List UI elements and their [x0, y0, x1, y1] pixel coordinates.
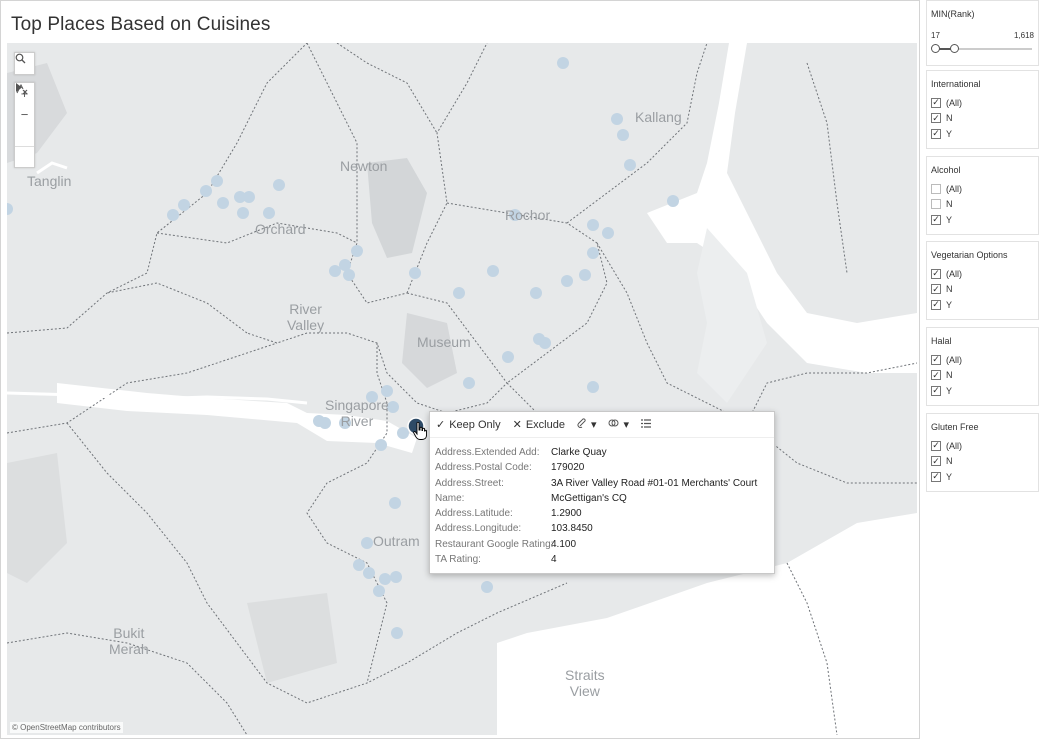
map-zoom-controls: + −	[14, 82, 35, 168]
filter-option[interactable]: ✓ N	[927, 454, 1038, 470]
tooltip-row: Address.Latitude: 1.2900	[435, 508, 582, 520]
dashboard-title: Top Places Based on Cuisines	[11, 14, 271, 35]
filter-option[interactable]: ✓ (All)	[927, 352, 1038, 368]
checkbox[interactable]: ✓	[931, 268, 941, 279]
filter-title: International	[931, 79, 981, 89]
exclude-button[interactable]: ✕ Exclude	[512, 418, 565, 432]
checkbox[interactable]: ✓	[931, 299, 941, 310]
filter-option[interactable]: ✓ (All)	[927, 266, 1038, 282]
tooltip-action-bar: ✓ Keep Only ✕ Exclude ▾ ▾	[430, 412, 774, 438]
chevron-down-icon: ▾	[590, 419, 597, 431]
checkbox[interactable]: ✓	[931, 97, 941, 108]
chevron-down-icon: ▾	[623, 419, 630, 431]
map-canvas[interactable]: Kallang Tanglin Newton Rochor Orchard Ri…	[7, 43, 917, 735]
filter-option[interactable]: ✓ Y	[927, 126, 1038, 142]
check-icon: ✓	[436, 419, 446, 431]
filter-gluten-free: Gluten Free ✓ (All) ✓ N ✓ Y	[926, 413, 1039, 492]
checkbox[interactable]: ✓	[931, 214, 941, 225]
filter-title: Halal	[931, 336, 952, 346]
checkbox[interactable]: ✓	[931, 370, 941, 381]
view-data-icon	[641, 418, 652, 431]
checkbox[interactable]: ✓	[931, 385, 941, 396]
close-icon: ✕	[512, 419, 522, 431]
paperclip-icon	[577, 418, 587, 431]
rank-max-value: 1,618	[1013, 31, 1034, 40]
tooltip-row: Name: McGettigan's CQ	[435, 492, 627, 504]
filter-option[interactable]: ✓ Y	[927, 469, 1038, 485]
map-viz: Top Places Based on Cuisines Kallang Tan…	[0, 0, 920, 739]
group-members-button[interactable]: ▾	[577, 418, 597, 431]
filter-option[interactable]: ✓ Y	[927, 297, 1038, 313]
checkbox[interactable]: ✓	[931, 354, 941, 365]
checkbox[interactable]: ✓	[931, 113, 941, 124]
tooltip-row: Address.Postal Code: 179020	[435, 462, 585, 474]
filter-option[interactable]: ✓ (All)	[927, 95, 1038, 111]
zoom-out-button[interactable]: −	[15, 104, 34, 125]
checkbox[interactable]: ✓	[931, 471, 941, 482]
rank-range-slider[interactable]	[931, 42, 1034, 56]
filter-option[interactable]: (All)	[927, 181, 1038, 197]
filter-option[interactable]: ✓ (All)	[927, 438, 1038, 454]
tooltip-row: Address.Street: 3A River Valley Road #01-…	[435, 477, 758, 489]
filter-option[interactable]: ✓ N	[927, 111, 1038, 127]
search-icon[interactable]	[15, 53, 34, 74]
filter-alcohol: Alcohol (All) N ✓ Y	[926, 156, 1039, 235]
filter-option[interactable]: ✓ N	[927, 368, 1038, 384]
filter-vegetarian-options: Vegetarian Options ✓ (All) ✓ N ✓ Y	[926, 241, 1039, 320]
filter-option[interactable]: ✓ N	[927, 282, 1038, 298]
view-data-button[interactable]	[641, 418, 655, 431]
checkbox[interactable]	[931, 183, 941, 194]
tooltip-fields: Address.Extended Add: Clarke Quay Addres…	[430, 438, 774, 567]
map-basemap	[7, 43, 917, 735]
tooltip-row: TA Rating: 4	[435, 554, 557, 566]
filter-title: MIN(Rank)	[931, 9, 975, 19]
tableau-dashboard: Top Places Based on Cuisines Kallang Tan…	[0, 0, 1039, 739]
checkbox[interactable]	[931, 199, 941, 210]
tooltip-row: Address.Extended Add: Clarke Quay	[435, 447, 607, 458]
checkbox[interactable]: ✓	[931, 456, 941, 467]
mark-tooltip: ✓ Keep Only ✕ Exclude ▾ ▾ Address.Extend…	[429, 411, 775, 574]
filter-option[interactable]: N	[927, 197, 1038, 213]
reset-axes-icon[interactable]	[15, 83, 34, 146]
filter-panel: MIN(Rank) 17 1,618 International ✓ (All) …	[924, 0, 1039, 739]
create-set-button[interactable]: ▾	[608, 418, 629, 431]
filter-title: Gluten Free	[931, 422, 979, 432]
filter-option[interactable]: ✓ Y	[927, 383, 1038, 399]
hand-cursor-icon	[413, 421, 427, 445]
filter-title: Vegetarian Options	[931, 250, 1008, 260]
checkbox[interactable]: ✓	[931, 440, 941, 451]
map-search-control	[14, 52, 35, 75]
tooltip-row: Restaurant Google Rating: 4.100	[435, 538, 577, 550]
filter-halal: Halal ✓ (All) ✓ N ✓ Y	[926, 327, 1039, 406]
filter-option[interactable]: ✓ Y	[927, 212, 1038, 228]
set-icon	[608, 418, 619, 431]
tooltip-row: Address.Longitude: 103.8450	[435, 523, 593, 535]
filter-min-rank: MIN(Rank) 17 1,618	[926, 0, 1039, 66]
checkbox[interactable]: ✓	[931, 284, 941, 295]
map-attribution[interactable]: © OpenStreetMap contributors	[10, 722, 123, 733]
rank-range-values: 17 1,618	[927, 31, 1038, 40]
slider-max-handle[interactable]	[950, 44, 960, 53]
filter-title: Alcohol	[931, 165, 961, 175]
checkbox[interactable]: ✓	[931, 128, 941, 139]
slider-min-handle[interactable]	[931, 44, 940, 53]
play-icon[interactable]	[15, 83, 34, 167]
keep-only-button[interactable]: ✓ Keep Only	[436, 418, 501, 432]
filter-international: International ✓ (All) ✓ N ✓ Y	[926, 70, 1039, 149]
rank-min-value: 17	[931, 31, 940, 40]
